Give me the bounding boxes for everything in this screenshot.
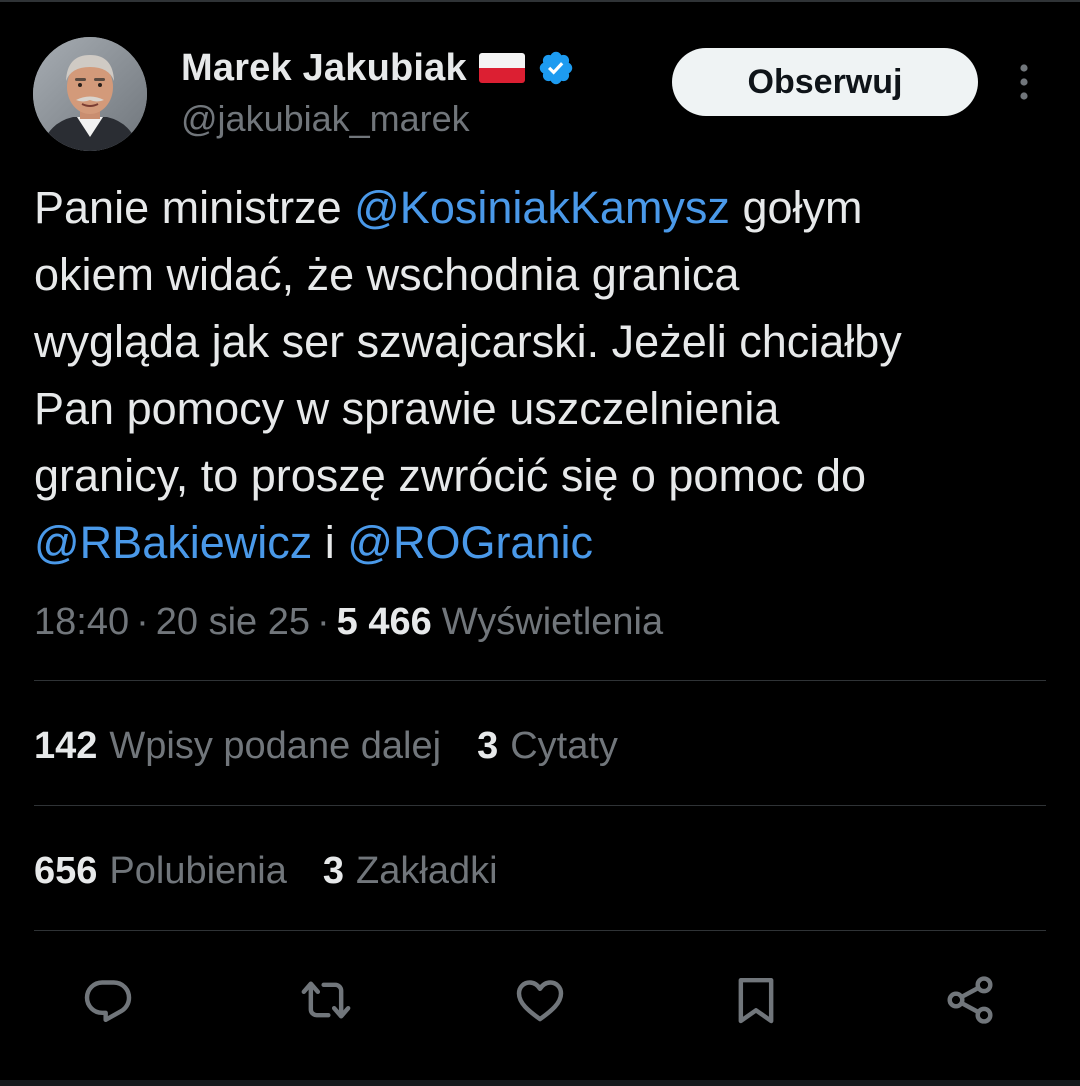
reposts-count: 142 [34,724,98,767]
bookmark-icon [738,977,774,1024]
repost-button[interactable] [296,970,356,1030]
tweet-time[interactable]: 18:40 [34,601,129,644]
share-button[interactable] [940,970,1000,1030]
likes-label: Polubienia [109,849,287,892]
quotes-stat[interactable]: 3 Cytaty [477,725,618,768]
like-button[interactable] [510,970,570,1030]
bookmarks-label: Zakładki [356,849,498,892]
likes-stat[interactable]: 656 Polubienia [34,850,287,893]
reposts-label: Wpisy podane dalej [109,724,442,767]
tweet-line: Pan pomocy w sprawie uszczelnienia [34,383,780,434]
mention-link[interactable]: @KosiniakKamysz [354,182,730,233]
views-count: 5 466 [336,600,432,643]
bottom-border [0,1080,1080,1086]
tweet-line: @RBakiewicz i @ROGranic [34,509,1054,576]
divider [34,805,1046,806]
tweet-text-segment: i [312,517,348,568]
tweet-line: okiem widać, że wschodnia granica [34,249,740,300]
author-name-row: Marek Jakubiak [181,42,575,94]
tweet-line: granicy, to proszę zwrócić się o pomoc d… [34,450,867,501]
tweet-text-segment: gołym [729,182,863,233]
share-icon [947,976,993,1024]
quotes-count: 3 [477,724,499,767]
author-avatar[interactable] [33,37,147,151]
heart-icon [516,980,564,1022]
divider [34,680,1046,681]
meta-separator: · [316,600,330,643]
stats-row-likes: 656 Polubienia 3 Zakładki [34,845,534,897]
mention-link[interactable]: @ROGranic [347,517,593,568]
mention-link[interactable]: @RBakiewicz [34,517,312,568]
quotes-label: Cytaty [510,724,618,767]
more-vertical-icon [1020,64,1028,100]
views-label: Wyświetlenia [441,600,664,643]
tweet-text: Panie ministrze @KosiniakKamysz gołym ok… [34,174,1054,576]
divider [34,930,1046,931]
bookmarks-stat[interactable]: 3 Zakładki [323,850,498,893]
more-options-button[interactable] [1008,62,1040,102]
tweet-meta: 18:40 · 20 sie 25 · 5 466 Wyświetlenia [34,596,663,648]
bookmark-button[interactable] [726,970,786,1030]
poland-flag-icon [478,53,525,83]
reply-bubble-icon [84,980,132,1023]
tweet-line: Panie ministrze @KosiniakKamysz gołym [34,174,1054,241]
repost-arrows-icon [301,981,351,1019]
bookmarks-count: 3 [322,849,345,892]
reply-button[interactable] [78,970,138,1030]
likes-count: 656 [34,849,98,892]
top-border [0,0,1080,2]
author-handle[interactable]: @jakubiak_marek [181,98,470,140]
tweet-line: wygląda jak ser szwajcarski. Jeżeli chci… [34,316,902,367]
tweet-date[interactable]: 20 sie 25 [156,601,310,644]
avatar-portrait-icon [33,37,147,151]
meta-separator: · [136,600,149,643]
tweet-text-segment: Panie ministrze [34,182,355,233]
follow-button[interactable]: Obserwuj [672,48,978,116]
stats-row-reposts: 142 Wpisy podane dalej 3 Cytaty [34,720,654,772]
verified-badge-icon [539,51,573,85]
author-display-name[interactable]: Marek Jakubiak [181,47,467,90]
reposts-stat[interactable]: 142 Wpisy podane dalej [34,725,441,768]
